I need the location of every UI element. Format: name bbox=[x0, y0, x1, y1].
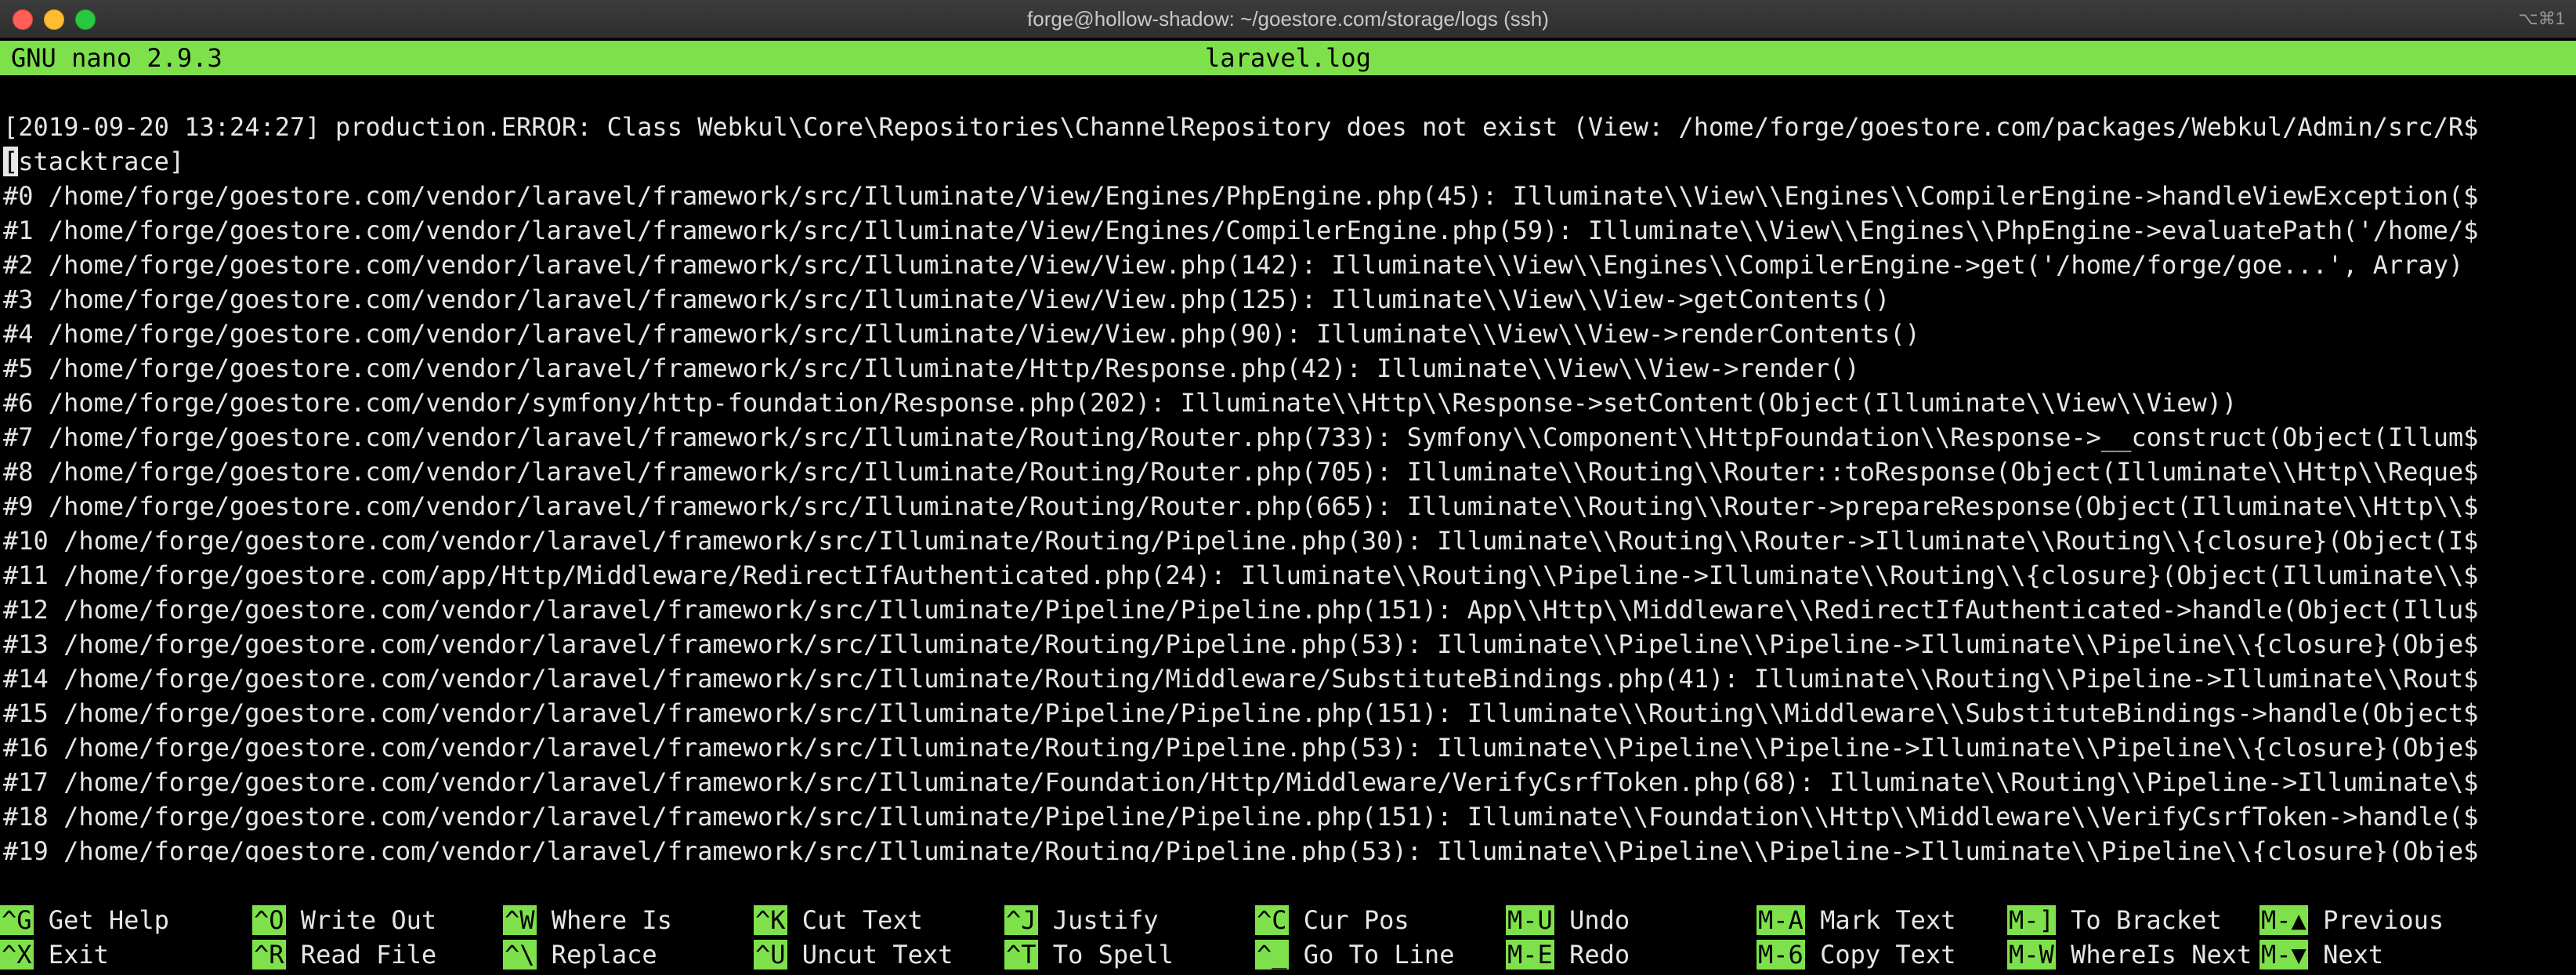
shortcut-label: Write Out bbox=[285, 905, 437, 935]
shortcut-key: ^W bbox=[503, 905, 537, 935]
shortcut-where-is[interactable]: ^W Where Is bbox=[503, 903, 672, 937]
nano-shortcut-bar: ^G Get Help ^X Exit ^O Write Out ^R Read Fi… bbox=[0, 903, 2576, 972]
log-line[interactable]: #16 /home/forge/goestore.com/vendor/lara… bbox=[0, 730, 2557, 765]
log-line[interactable]: #0 /home/forge/goestore.com/vendor/larav… bbox=[0, 179, 2557, 213]
log-line[interactable]: #11 /home/forge/goestore.com/app/Http/Mi… bbox=[0, 558, 2557, 593]
shortcut-write-out[interactable]: ^O Write Out bbox=[252, 903, 436, 937]
shortcut-replace[interactable]: ^\ Replace bbox=[503, 937, 657, 972]
window-title: forge@hollow-shadow: ~/goestore.com/stor… bbox=[1027, 7, 1549, 31]
shortcut-cut-text[interactable]: ^K Cut Text bbox=[754, 903, 923, 937]
shortcut-undo[interactable]: M-U Undo bbox=[1506, 903, 1630, 937]
window-titlebar[interactable]: forge@hollow-shadow: ~/goestore.com/stor… bbox=[0, 0, 2576, 38]
shortcut-go-to-line[interactable]: ^_ Go To Line bbox=[1255, 937, 1454, 972]
log-line[interactable]: #17 /home/forge/goestore.com/vendor/lara… bbox=[0, 765, 2557, 799]
shortcut-justify[interactable]: ^J Justify bbox=[1004, 903, 1159, 937]
log-line[interactable]: #10 /home/forge/goestore.com/vendor/lara… bbox=[0, 524, 2557, 558]
shortcut-key: ^C bbox=[1255, 905, 1289, 935]
shortcut-label: Read File bbox=[285, 940, 437, 970]
log-line[interactable]: [2019-09-20 13:24:27] production.ERROR: … bbox=[0, 110, 2557, 144]
shortcut-key: ^U bbox=[754, 940, 787, 970]
shortcut-key: M-▼ bbox=[2259, 940, 2308, 970]
shortcut-label: Justify bbox=[1037, 905, 1159, 935]
shortcut-label: Get Help bbox=[33, 905, 169, 935]
shortcut-get-help[interactable]: ^G Get Help bbox=[0, 903, 169, 937]
log-line[interactable]: #15 /home/forge/goestore.com/vendor/lara… bbox=[0, 696, 2557, 730]
shortcut-key: ^O bbox=[252, 905, 286, 935]
log-line[interactable]: #7 /home/forge/goestore.com/vendor/larav… bbox=[0, 420, 2557, 455]
shortcut-mark-text[interactable]: M-A Mark Text bbox=[1757, 903, 1956, 937]
shortcut-label: Cut Text bbox=[787, 905, 923, 935]
log-line[interactable]: #3 /home/forge/goestore.com/vendor/larav… bbox=[0, 282, 2557, 317]
shortcut-key: ^\ bbox=[503, 940, 537, 970]
shortcut-label: To Spell bbox=[1037, 940, 1174, 970]
shortcut-key: ^X bbox=[0, 940, 34, 970]
log-line-text: stacktrace] bbox=[18, 147, 185, 176]
shortcut-key: ^G bbox=[0, 905, 34, 935]
log-line[interactable]: #6 /home/forge/goestore.com/vendor/symfo… bbox=[0, 386, 2557, 420]
shortcut-label: To Bracket bbox=[2055, 905, 2222, 935]
shortcut-key: M-E bbox=[1506, 940, 1554, 970]
log-line[interactable]: #19 /home/forge/goestore.com/vendor/lara… bbox=[0, 834, 2557, 862]
log-line[interactable]: #12 /home/forge/goestore.com/vendor/lara… bbox=[0, 593, 2557, 627]
shortcut-key: ^K bbox=[754, 905, 787, 935]
shortcut-to-spell[interactable]: ^T To Spell bbox=[1004, 937, 1174, 972]
shortcut-redo[interactable]: M-E Redo bbox=[1506, 937, 1630, 972]
shortcut-key: M-U bbox=[1506, 905, 1554, 935]
log-line[interactable]: #5 /home/forge/goestore.com/vendor/larav… bbox=[0, 351, 2557, 386]
shortcut-key: M-] bbox=[2007, 905, 2056, 935]
text-cursor: [ bbox=[3, 147, 19, 176]
shortcut-label: WhereIs Next bbox=[2055, 940, 2252, 970]
log-line[interactable]: #14 /home/forge/goestore.com/vendor/lara… bbox=[0, 661, 2557, 696]
shortcut-label: Cur Pos bbox=[1288, 905, 1409, 935]
log-line[interactable]: [stacktrace] bbox=[0, 144, 2557, 179]
nano-filename: laravel.log bbox=[1205, 43, 1371, 73]
shortcut-label: Mark Text bbox=[1804, 905, 1956, 935]
log-line[interactable]: #9 /home/forge/goestore.com/vendor/larav… bbox=[0, 489, 2557, 524]
shortcut-label: Redo bbox=[1554, 940, 1630, 970]
log-line[interactable]: #2 /home/forge/goestore.com/vendor/larav… bbox=[0, 248, 2557, 282]
log-line[interactable]: #1 /home/forge/goestore.com/vendor/larav… bbox=[0, 213, 2557, 248]
shortcut-label: Previous bbox=[2307, 905, 2444, 935]
editor-content[interactable]: [2019-09-20 13:24:27] production.ERROR: … bbox=[0, 110, 2576, 862]
shortcut-read-file[interactable]: ^R Read File bbox=[252, 937, 436, 972]
shortcut-to-bracket[interactable]: M-] To Bracket bbox=[2007, 903, 2222, 937]
shortcut-label: Go To Line bbox=[1288, 940, 1455, 970]
shortcut-copy-text[interactable]: M-6 Copy Text bbox=[1757, 937, 1956, 972]
shortcut-key: M-W bbox=[2007, 940, 2056, 970]
shortcut-cur-pos[interactable]: ^C Cur Pos bbox=[1255, 903, 1409, 937]
shortcut-key: M-6 bbox=[1757, 940, 1805, 970]
shortcut-exit[interactable]: ^X Exit bbox=[0, 937, 109, 972]
nano-header-bar: GNU nano 2.9.3 laravel.log bbox=[0, 41, 2576, 75]
log-line[interactable]: #18 /home/forge/goestore.com/vendor/lara… bbox=[0, 799, 2557, 834]
shortcut-key: ^T bbox=[1004, 940, 1038, 970]
shortcut-key: ^R bbox=[252, 940, 286, 970]
log-line[interactable]: #4 /home/forge/goestore.com/vendor/larav… bbox=[0, 317, 2557, 351]
window-shortcut-label: ⌥⌘1 bbox=[2518, 9, 2565, 28]
shortcut-label: Where Is bbox=[536, 905, 672, 935]
shortcut-label: Replace bbox=[536, 940, 657, 970]
shortcut-label: Next bbox=[2307, 940, 2384, 970]
log-line[interactable]: #13 /home/forge/goestore.com/vendor/lara… bbox=[0, 627, 2557, 661]
shortcut-key: ^_ bbox=[1255, 940, 1289, 970]
shortcut-key: M-A bbox=[1757, 905, 1805, 935]
shortcut-label: Undo bbox=[1554, 905, 1630, 935]
shortcut-label: Copy Text bbox=[1804, 940, 1956, 970]
shortcut-whereis-next[interactable]: M-W WhereIs Next bbox=[2007, 937, 2252, 972]
terminal-window: forge@hollow-shadow: ~/goestore.com/stor… bbox=[0, 0, 2576, 975]
shortcut-label: Uncut Text bbox=[787, 940, 953, 970]
shortcut-next[interactable]: M-▼ Next bbox=[2259, 937, 2383, 972]
shortcut-key: M-▲ bbox=[2259, 905, 2308, 935]
shortcut-uncut-text[interactable]: ^U Uncut Text bbox=[754, 937, 953, 972]
log-line[interactable]: #8 /home/forge/goestore.com/vendor/larav… bbox=[0, 455, 2557, 489]
shortcut-key: ^J bbox=[1004, 905, 1038, 935]
shortcut-label: Exit bbox=[33, 940, 109, 970]
shortcut-previous[interactable]: M-▲ Previous bbox=[2259, 903, 2444, 937]
